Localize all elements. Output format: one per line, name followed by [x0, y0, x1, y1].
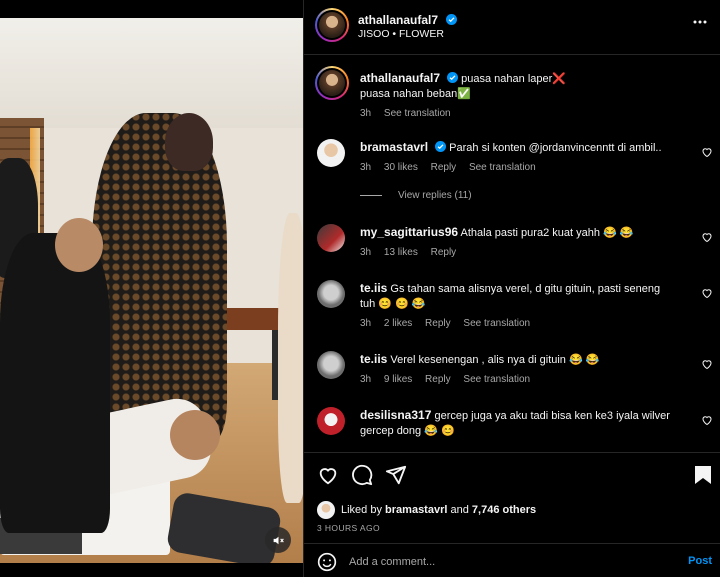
man-lying-head: [170, 410, 220, 460]
commenter-avatar[interactable]: [317, 224, 345, 252]
reply-button[interactable]: Reply: [425, 318, 451, 329]
view-replies-label[interactable]: View replies (11): [398, 190, 472, 201]
speaker-muted-icon: [273, 536, 284, 544]
verified-badge-icon: [435, 141, 447, 152]
man-black-shirt: [0, 233, 110, 533]
heart-icon[interactable]: [701, 358, 713, 370]
commenter-avatar[interactable]: [317, 407, 345, 435]
heart-icon[interactable]: [701, 231, 713, 243]
caption-username[interactable]: athallanaufal7: [360, 71, 440, 85]
caption-line-1: puasa nahan laper❌: [461, 73, 566, 85]
caption-time: 3h: [360, 108, 372, 119]
caption-avatar[interactable]: [315, 66, 349, 100]
comment-time: 3h: [360, 247, 372, 258]
music-label[interactable]: JISOO • FLOWER: [358, 28, 444, 40]
commenter-avatar[interactable]: [317, 351, 345, 379]
liked-by-user[interactable]: bramastavrl: [385, 504, 447, 516]
heart-icon[interactable]: [701, 414, 713, 426]
man-black-shirt-head: [55, 218, 103, 272]
add-comment-bar: Post: [304, 543, 720, 577]
see-translation-link[interactable]: See translation: [463, 374, 530, 385]
commenter-username[interactable]: bramastavrl: [360, 140, 428, 154]
comment-text-line-2: tuh 😊 😊 😂: [360, 298, 426, 310]
commenter-username[interactable]: my_sagittarius96: [360, 225, 458, 239]
author-avatar[interactable]: [315, 8, 349, 42]
author-username[interactable]: athallanaufal7: [358, 13, 438, 27]
liked-by-avatar[interactable]: [317, 501, 335, 519]
video-frame[interactable]: [0, 18, 303, 563]
comments-list[interactable]: athallanaufal7 puasa nahan laper❌ puasa …: [304, 56, 720, 452]
mute-button[interactable]: [265, 527, 291, 553]
post-actions: Liked by bramastavrl and 7,746 others 3 …: [304, 452, 720, 542]
post-comment-button[interactable]: Post: [688, 555, 712, 567]
commenter-username[interactable]: te.iis: [360, 281, 387, 295]
post-sidebar: athallanaufal7 JISOO • FLOWER athallanau…: [303, 0, 720, 577]
reply-button[interactable]: Reply: [425, 374, 451, 385]
post-timestamp[interactable]: 3 HOURS AGO: [317, 523, 380, 533]
comment-text: Athala pasti pura2 kuat yahh 😂 😂: [460, 227, 634, 239]
verified-badge-icon: [447, 72, 459, 83]
post-media[interactable]: [0, 0, 303, 577]
comment-likes[interactable]: 13 likes: [384, 247, 418, 258]
heart-icon[interactable]: [701, 146, 713, 158]
caption-see-translation[interactable]: See translation: [384, 108, 451, 119]
reply-button[interactable]: Reply: [431, 247, 457, 258]
share-send-icon[interactable]: [385, 464, 407, 486]
commenter-username[interactable]: te.iis: [360, 352, 387, 366]
commenter-avatar[interactable]: [317, 139, 345, 167]
comment-likes[interactable]: 2 likes: [384, 318, 412, 329]
comment-bubble-icon[interactable]: [351, 464, 373, 486]
more-dots-icon: [693, 20, 707, 24]
bookmark-icon[interactable]: [694, 465, 712, 485]
heart-icon[interactable]: [701, 287, 713, 299]
comment-text: Verel kesenengan , alis nya di gituin 😂 …: [390, 354, 600, 366]
more-options-button[interactable]: [692, 14, 708, 35]
verified-badge-icon: [446, 14, 458, 25]
see-translation-link[interactable]: See translation: [463, 318, 530, 329]
emoji-icon[interactable]: [317, 552, 337, 572]
likes-others-count[interactable]: 7,746 others: [472, 504, 536, 516]
liked-by-and: and: [450, 504, 469, 516]
woman-head: [165, 113, 213, 171]
see-translation-link[interactable]: See translation: [469, 162, 536, 173]
view-replies-button[interactable]: View replies (11): [360, 190, 695, 201]
post-header: athallanaufal7 JISOO • FLOWER: [304, 0, 720, 55]
comment-time: 3h: [360, 318, 372, 329]
comment-time: 3h: [360, 162, 372, 173]
reply-button[interactable]: Reply: [431, 162, 457, 173]
liked-by-text: Liked by bramastavrl and 7,746 others: [341, 504, 536, 516]
liked-by-prefix: Liked by: [341, 504, 382, 516]
comment-text-line-1: Gs tahan sama alisnya verel, d gitu gitu…: [390, 283, 661, 295]
replies-line: [360, 195, 382, 196]
commenter-avatar[interactable]: [317, 280, 345, 308]
commenter-username[interactable]: desilisna317: [360, 408, 431, 422]
ceiling: [0, 18, 303, 128]
like-heart-icon[interactable]: [317, 464, 339, 486]
person-right-edge: [278, 213, 303, 503]
comment-input[interactable]: [349, 552, 669, 572]
comment-likes[interactable]: 30 likes: [384, 162, 418, 173]
comment-likes[interactable]: 9 likes: [384, 374, 412, 385]
comment-text-line-2: gercep dong 😂 😊: [360, 425, 455, 437]
comment-text: Parah si konten @jordanvincenntt di ambi…: [449, 142, 662, 154]
caption-line-2: puasa nahan beban✅: [360, 88, 471, 100]
comment-text-line-1: gercep juga ya aku tadi bisa ken ke3 iya…: [434, 410, 670, 422]
comment-time: 3h: [360, 374, 372, 385]
